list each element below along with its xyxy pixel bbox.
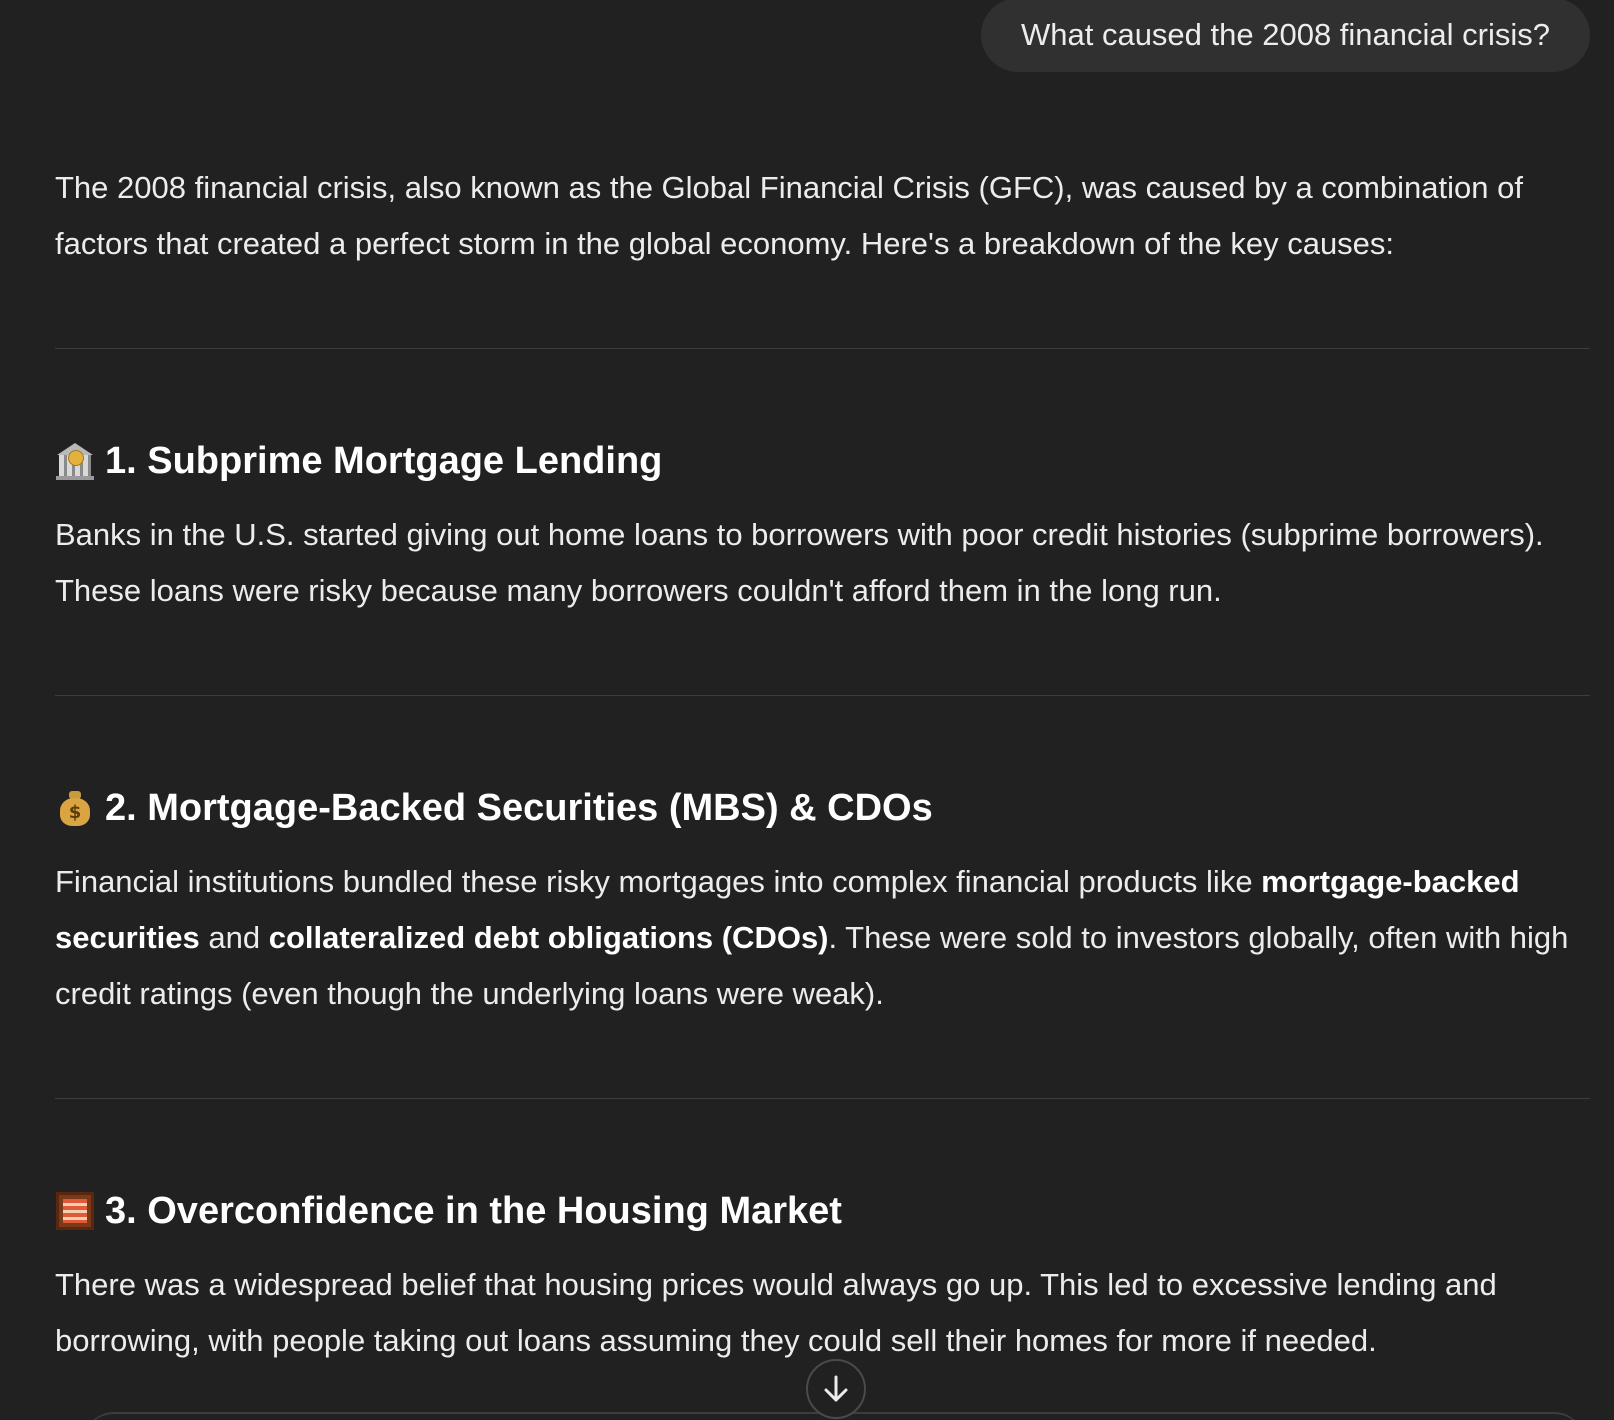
section-heading-text: 3. Overconfidence in the Housing Market	[105, 1189, 842, 1232]
body-text: Financial institutions bundled these ris…	[55, 864, 1262, 899]
chat-page: What caused the 2008 financial crisis? T…	[0, 0, 1614, 1420]
section-heading: $ 2. Mortgage-Backed Securities (MBS) & …	[55, 780, 1590, 836]
section-heading-text: 2. Mortgage-Backed Securities (MBS) & CD…	[105, 786, 933, 829]
intro-paragraph: The 2008 financial crisis, also known as…	[55, 170, 1523, 261]
user-message-text: What caused the 2008 financial crisis?	[1020, 17, 1550, 52]
section-body: Banks in the U.S. started giving out hom…	[55, 517, 1544, 608]
arrow-down-icon	[824, 1375, 848, 1402]
user-message-bubble: What caused the 2008 financial crisis?	[980, 0, 1590, 72]
bold-term: collateralized debt obligations (CDOs)	[268, 920, 829, 955]
abacus-icon	[55, 1191, 95, 1231]
money-bag-icon: $	[55, 788, 95, 828]
section-heading: 3. Overconfidence in the Housing Market	[55, 1183, 1590, 1239]
body-text: and	[199, 920, 269, 955]
section-heading-text: 1. Subprime Mortgage Lending	[105, 439, 663, 482]
section-heading: 1. Subprime Mortgage Lending	[55, 433, 1590, 489]
bank-icon	[55, 441, 95, 481]
scroll-to-bottom-button[interactable]	[806, 1359, 866, 1419]
section-body: Financial institutions bundled these ris…	[55, 854, 1590, 1022]
assistant-message: The 2008 financial crisis, also known as…	[55, 160, 1590, 1369]
section-body: There was a widespread belief that housi…	[55, 1267, 1497, 1358]
